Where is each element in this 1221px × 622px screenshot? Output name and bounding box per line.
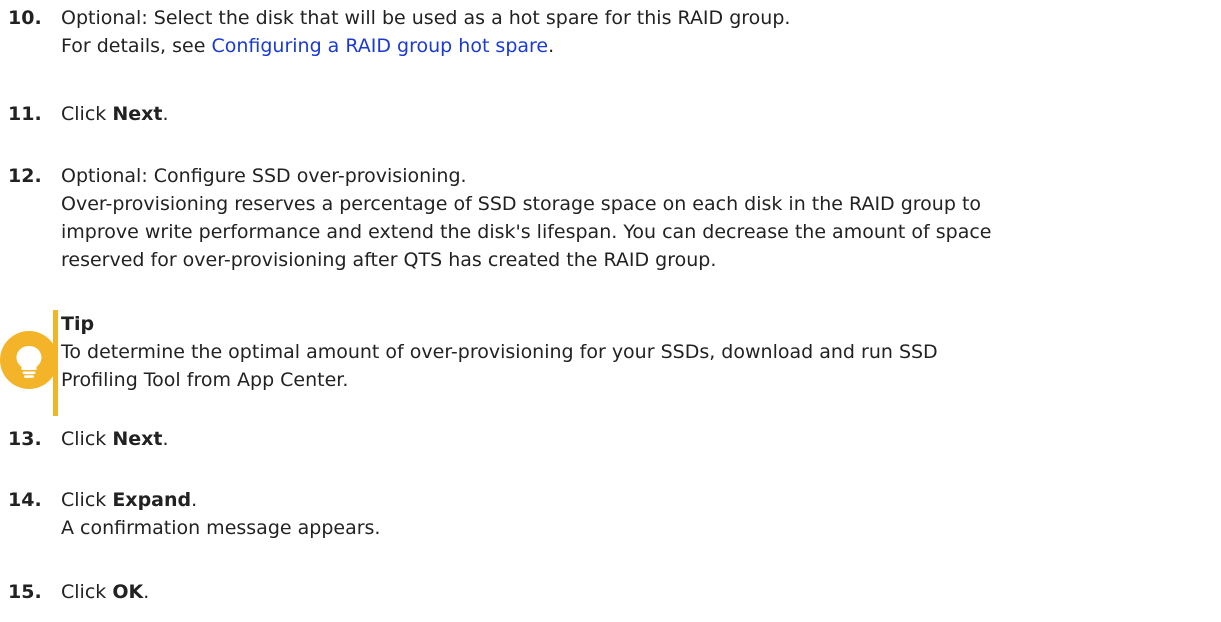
next-label: Next	[112, 428, 163, 450]
step-text: Click Next.	[61, 100, 1213, 128]
step-text: Optional: Configure SSD over-provisionin…	[61, 165, 467, 187]
step-suffix: .	[143, 581, 150, 603]
step-prefix: Click	[61, 428, 113, 450]
next-label: Next	[112, 103, 163, 125]
step-text: Optional: Select the disk that will be u…	[61, 7, 791, 29]
step-prefix: Click	[61, 103, 113, 125]
step-detail: A confirmation message appears.	[61, 517, 381, 539]
step-11: 11. Click Next.	[8, 100, 1213, 128]
tip-text-line: To determine the optimal amount of over-…	[61, 341, 938, 363]
step-suffix: .	[162, 103, 169, 125]
tip-accent-bar	[53, 310, 58, 416]
step-text: Click OK.	[61, 578, 1213, 606]
step-number: 14.	[8, 489, 42, 511]
step-suffix: .	[191, 489, 198, 511]
step-10: 10. Optional: Select the disk that will …	[8, 4, 1213, 60]
hot-spare-link[interactable]: Configuring a RAID group hot spare	[211, 35, 548, 57]
step-prefix: Click	[61, 489, 113, 511]
step-detail-line: Over-provisioning reserves a percentage …	[61, 193, 982, 215]
expand-label: Expand	[112, 489, 192, 511]
ok-label: OK	[112, 581, 144, 603]
lightbulb-icon	[0, 331, 58, 389]
step-detail: For details, see Configuring a RAID grou…	[61, 32, 1213, 60]
step-detail-line: improve write performance and extend the…	[61, 221, 992, 243]
detail-prefix: For details, see	[61, 35, 212, 57]
step-15: 15. Click OK.	[8, 578, 1213, 606]
step-number: 11.	[8, 103, 42, 125]
step-14: 14. Click Expand. A confirmation message…	[8, 486, 1213, 542]
step-prefix: Click	[61, 581, 113, 603]
step-detail-line: reserved for over-provisioning after QTS…	[61, 249, 717, 271]
step-suffix: .	[162, 428, 169, 450]
step-number: 15.	[8, 581, 42, 603]
step-text: Click Next.	[61, 425, 1213, 453]
tip-callout: Tip To determine the optimal amount of o…	[0, 310, 1221, 416]
detail-suffix: .	[548, 35, 555, 57]
tip-content: Tip To determine the optimal amount of o…	[61, 310, 1213, 394]
step-number: 12.	[8, 165, 42, 187]
tip-title: Tip	[61, 313, 95, 335]
step-number: 10.	[8, 7, 42, 29]
step-text: Click Expand.	[61, 486, 1213, 514]
step-12: 12. Optional: Configure SSD over-provisi…	[8, 162, 1213, 274]
step-13: 13. Click Next.	[8, 425, 1213, 453]
tip-text-line: Profiling Tool from App Center.	[61, 369, 349, 391]
step-number: 13.	[8, 428, 42, 450]
